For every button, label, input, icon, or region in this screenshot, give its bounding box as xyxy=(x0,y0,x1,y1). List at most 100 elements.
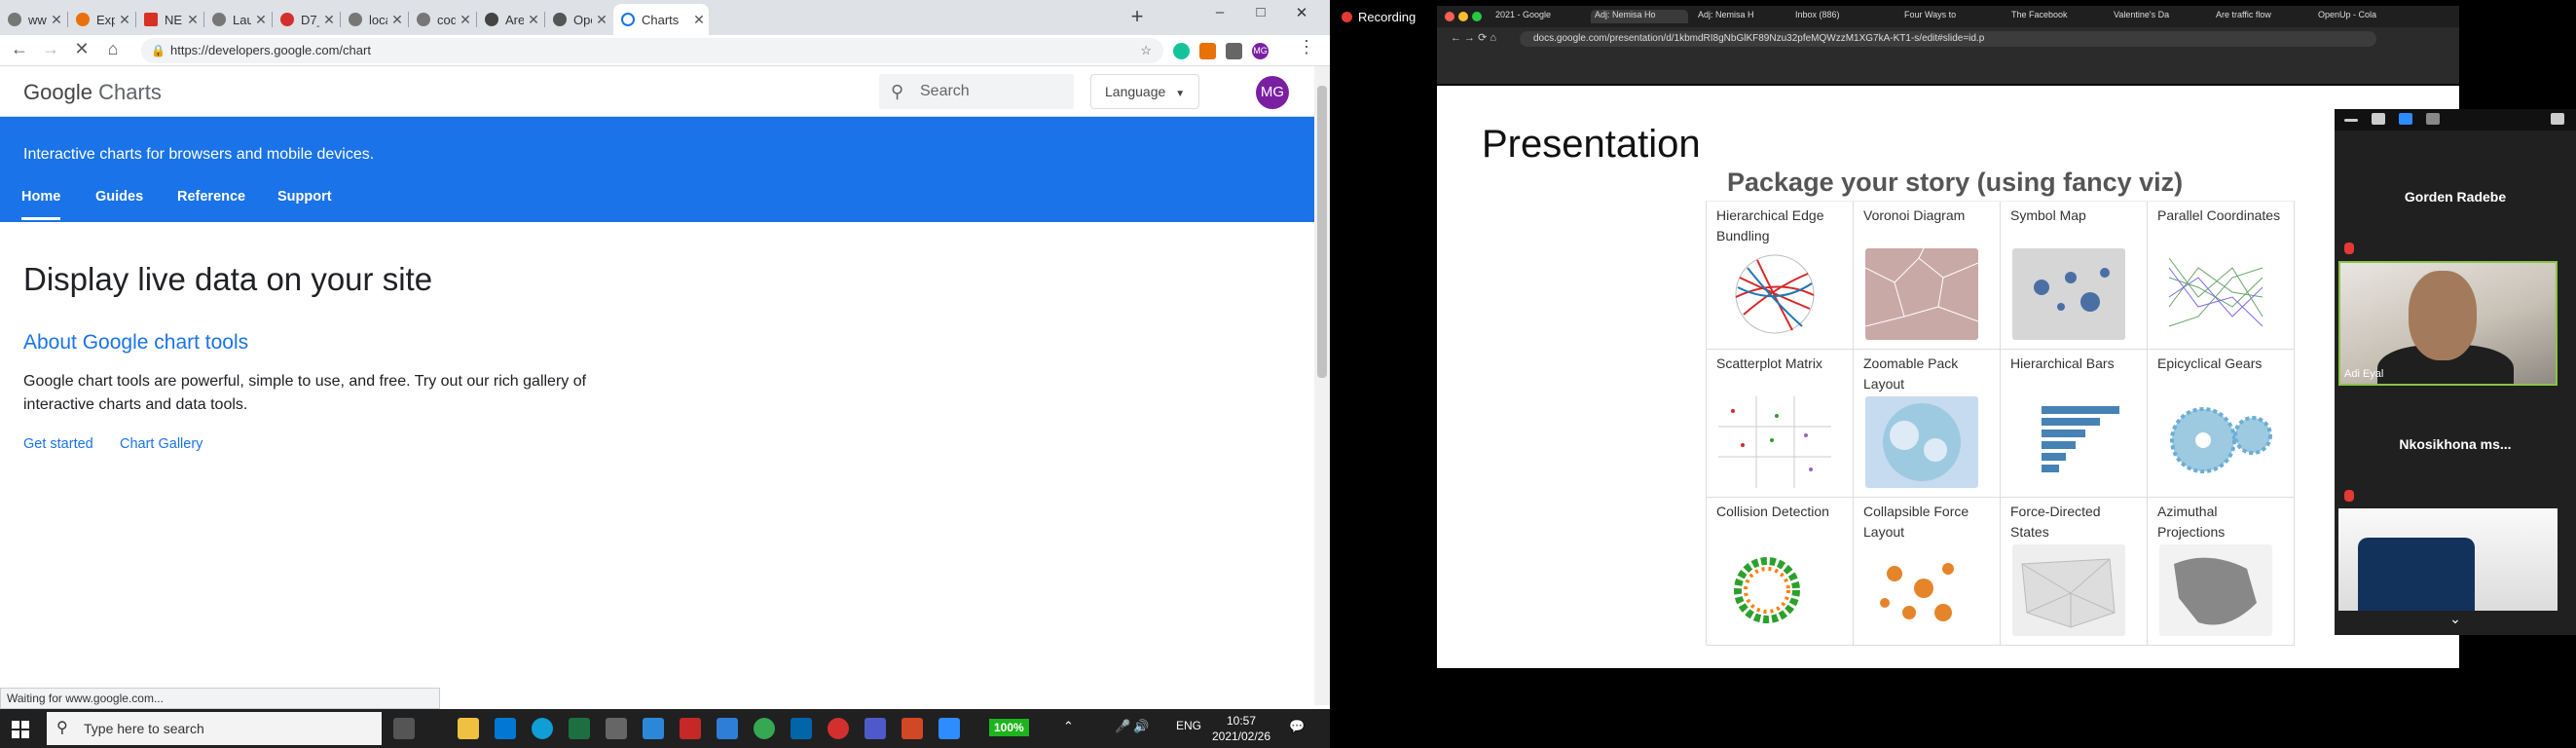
forward-arrow-icon[interactable]: → xyxy=(39,39,62,59)
shared-nav-arrows-icon[interactable]: ← → ⟳ ⌂ xyxy=(1451,31,1496,44)
store-icon[interactable] xyxy=(606,718,627,739)
minimize-button[interactable]: – xyxy=(1205,4,1234,20)
browser-tab[interactable]: localhost✕ xyxy=(341,4,407,35)
presentation-slide: Presentation Package your story (using f… xyxy=(1437,86,2459,668)
about-heading-link[interactable]: About Google chart tools xyxy=(23,331,248,355)
extensions-puzzle-icon[interactable] xyxy=(1226,43,1242,59)
browser-tab[interactable]: code4sa✕ xyxy=(409,4,475,35)
shared-tab[interactable]: The Facebook xyxy=(2011,10,2099,23)
profile-avatar[interactable]: MG xyxy=(1252,43,1269,59)
account-avatar[interactable]: MG xyxy=(1256,76,1289,109)
gallery-view-icon[interactable] xyxy=(2426,113,2440,125)
shared-tab[interactable]: Valentine's Da xyxy=(2114,10,2201,23)
maximize-button[interactable]: □ xyxy=(1246,4,1275,20)
tab-favicon-icon xyxy=(76,13,90,26)
shared-tab[interactable]: Inbox (886) xyxy=(1795,10,1883,23)
tab-close-icon[interactable]: ✕ xyxy=(387,12,407,28)
chevron-down-icon[interactable]: ⌄ xyxy=(2335,611,2576,627)
browser-tab[interactable]: NEMISA✕ xyxy=(136,4,202,35)
nav-tab-reference[interactable]: Reference xyxy=(177,189,245,205)
app-icon[interactable] xyxy=(643,718,664,739)
shared-tab-active[interactable]: Adj: Nemisa Ho xyxy=(1591,10,1688,23)
file-explorer-icon[interactable] xyxy=(458,718,479,739)
shared-tab[interactable]: 2021 - Google xyxy=(1495,10,1583,23)
powerpoint-icon[interactable] xyxy=(902,718,923,739)
page-scrollbar[interactable] xyxy=(1314,66,1330,705)
browser-tab[interactable]: D7_Deve✕ xyxy=(273,4,339,35)
shared-tab[interactable]: Adj: Nemisa H xyxy=(1698,10,1785,23)
tab-favicon-icon xyxy=(417,13,430,26)
new-tab-button[interactable]: + xyxy=(1124,4,1150,29)
nav-tab-guides[interactable]: Guides xyxy=(95,189,143,205)
site-search-input[interactable]: ⚲ Search xyxy=(879,74,1074,109)
battery-indicator[interactable]: 100% xyxy=(989,719,1029,736)
minimize-panel-icon[interactable] xyxy=(2344,119,2358,122)
web-page: Google Charts ⚲ Search Language ▼ MG Inte… xyxy=(0,66,1314,690)
viz-cell: Parallel Coordinates xyxy=(2148,202,2295,350)
extension-icon[interactable] xyxy=(1199,43,1216,59)
minimize-dot-icon[interactable] xyxy=(1458,12,1468,21)
app-icon[interactable] xyxy=(828,718,849,739)
bookmark-star-icon[interactable]: ☆ xyxy=(1140,38,1152,63)
chrome-icon[interactable] xyxy=(754,718,775,739)
windows-start-icon[interactable] xyxy=(12,721,29,738)
shared-tab[interactable]: Four Ways to xyxy=(1904,10,1992,23)
task-view-icon[interactable] xyxy=(393,718,415,739)
stop-loading-icon[interactable]: ✕ xyxy=(70,39,93,59)
zoom-dot-icon[interactable] xyxy=(1472,12,1482,21)
close-window-button[interactable]: ✕ xyxy=(1287,4,1316,21)
speaker-view-icon[interactable] xyxy=(2399,113,2412,125)
tab-close-icon[interactable]: ✕ xyxy=(47,12,66,28)
language-select[interactable]: Language ▼ xyxy=(1090,74,1199,109)
tab-close-icon[interactable]: ✕ xyxy=(115,12,134,28)
language-indicator[interactable]: ENG xyxy=(1176,719,1201,732)
notification-icon[interactable]: 💬 xyxy=(1289,719,1305,734)
tab-close-icon[interactable]: ✕ xyxy=(251,12,271,28)
browser-tab[interactable]: Expert Da✕ xyxy=(68,4,134,35)
panel-toolbar xyxy=(2335,109,2576,131)
nav-tab-home[interactable]: Home xyxy=(21,189,60,205)
zoom-icon[interactable] xyxy=(938,718,960,739)
browser-tab[interactable]: Are traffi✕ xyxy=(477,4,543,35)
browser-tab-active[interactable]: Charts ✕ xyxy=(613,4,709,35)
get-started-link[interactable]: Get started xyxy=(23,436,93,452)
exit-panel-icon[interactable] xyxy=(2551,113,2564,125)
browser-tab[interactable]: OpenUp✕ xyxy=(545,4,611,35)
tab-close-icon[interactable]: ✕ xyxy=(592,12,611,28)
tab-close-icon[interactable]: ✕ xyxy=(319,12,339,28)
shared-tab[interactable]: Are traffic flow xyxy=(2216,10,2308,23)
tab-close-icon[interactable]: ✕ xyxy=(689,12,709,28)
participant-video[interactable] xyxy=(2338,508,2558,611)
browser-tab[interactable]: www.goo✕ xyxy=(0,4,66,35)
vscode-icon[interactable] xyxy=(791,718,812,739)
browser-menu-icon[interactable]: ⋮ xyxy=(1295,37,1318,57)
tray-chevron-icon[interactable]: ⌃ xyxy=(1063,719,1074,734)
photos-icon[interactable] xyxy=(717,718,738,739)
taskbar-clock[interactable]: 10:57 2021/02/26 xyxy=(1207,713,1275,744)
home-icon[interactable]: ⌂ xyxy=(101,39,125,59)
teams-icon[interactable] xyxy=(865,718,886,739)
edge-icon[interactable] xyxy=(532,718,553,739)
shared-tab[interactable]: OpenUp - Cola xyxy=(2318,10,2410,23)
chart-gallery-link[interactable]: Chart Gallery xyxy=(120,436,202,452)
tab-close-icon[interactable]: ✕ xyxy=(456,12,475,28)
google-charts-logo[interactable]: Google Charts xyxy=(23,80,162,105)
thumbnail-view-icon[interactable] xyxy=(2372,113,2385,125)
nav-tab-support[interactable]: Support xyxy=(277,189,332,205)
excel-icon[interactable] xyxy=(569,718,590,739)
back-arrow-icon[interactable]: ← xyxy=(8,39,31,59)
shared-address-bar[interactable]: docs.google.com/presentation/d/1kbmdRI8g… xyxy=(1520,31,2376,47)
mail-icon[interactable] xyxy=(495,718,516,739)
address-bar[interactable]: 🔒 https://developers.google.com/chart ☆ xyxy=(141,38,1163,63)
volume-icon[interactable]: 🔊 xyxy=(1133,719,1149,734)
close-dot-icon[interactable] xyxy=(1445,12,1454,21)
participant-video[interactable]: Adi Eyal xyxy=(2338,261,2558,386)
tab-close-icon[interactable]: ✕ xyxy=(183,12,202,28)
browser-tab[interactable]: Launch M✕ xyxy=(204,4,271,35)
tab-close-icon[interactable]: ✕ xyxy=(524,12,543,28)
microphone-icon[interactable]: 🎤 xyxy=(1115,719,1130,734)
mcafee-icon[interactable] xyxy=(680,718,701,739)
grammarly-extension-icon[interactable] xyxy=(1173,43,1190,59)
scrollbar-thumb[interactable] xyxy=(1317,86,1327,378)
taskbar-search-input[interactable]: ⚲ Type here to search xyxy=(47,712,382,745)
